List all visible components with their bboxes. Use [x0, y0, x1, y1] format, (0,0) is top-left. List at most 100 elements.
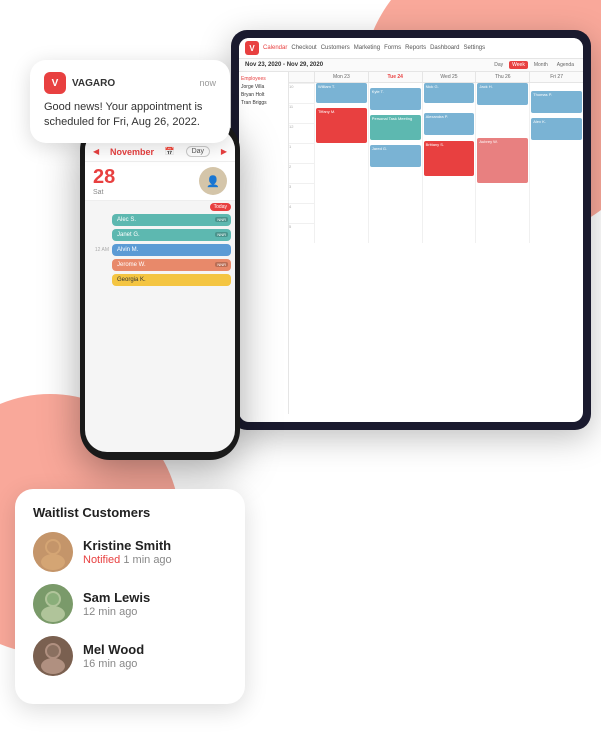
event-aubrey[interactable]: Aubrey W. — [477, 138, 528, 183]
notif-app-name: VAGARO — [72, 78, 115, 89]
nav-settings[interactable]: Settings — [463, 45, 485, 51]
nav-checkout[interactable]: Checkout — [291, 45, 316, 51]
time-labels: 10 11 12 1 2 3 4 5 — [289, 83, 314, 414]
col-thu: Jack H. Aubrey W. — [475, 83, 529, 243]
tab-day[interactable]: Day — [491, 61, 506, 69]
vagaro-notif-logo: V — [44, 72, 66, 94]
avatar-icon: 👤 — [206, 175, 220, 188]
time-grid: 10 11 12 1 2 3 4 5 William T. Tiffany M. — [289, 83, 583, 414]
calendar-toolbar: Nov 23, 2020 - Nov 29, 2020 Day Week Mon… — [239, 59, 583, 72]
kristine-time-text: 1 min ago — [123, 554, 171, 566]
notif-message: Good news! Your appointment is scheduled… — [44, 100, 216, 131]
day-header-wed: Wed 25 — [422, 72, 476, 82]
appt-time-3: 12 AM — [89, 247, 109, 253]
event-jack[interactable]: Jack H. — [477, 83, 528, 105]
notification-header: V VAGARO now — [44, 72, 216, 94]
phone-header: ◀ November 📅 Day ▶ — [85, 142, 235, 162]
waitlist-title: Waitlist Customers — [33, 505, 227, 520]
appt-tag-janet: NNR — [215, 232, 228, 237]
nav-customers[interactable]: Customers — [321, 45, 350, 51]
tab-month[interactable]: Month — [531, 61, 551, 69]
appt-janet: Janet G. NNR — [89, 229, 231, 241]
appt-bar-georgia[interactable]: Georgia K. — [112, 274, 231, 286]
appt-bar-alvin[interactable]: Alvin M. — [112, 244, 231, 256]
calendar-main: Mon 23 Tue 24 Wed 25 Thu 26 Fri 27 10 11… — [289, 72, 583, 414]
appt-alvin: 12 AM Alvin M. — [89, 244, 231, 256]
calendar-icon[interactable]: 📅 — [165, 147, 175, 156]
day-header-mon: Mon 23 — [314, 72, 368, 82]
appt-tag-alec: NNR — [215, 217, 228, 222]
mel-name: Mel Wood — [83, 642, 227, 658]
phone-view-btn[interactable]: Day — [186, 146, 210, 157]
waitlist-item-sam: Sam Lewis 12 min ago — [33, 584, 227, 624]
event-thomas[interactable]: Thomas P. — [531, 91, 582, 113]
event-william[interactable]: William T. — [316, 83, 367, 103]
calendar-nav: Calendar Checkout Customers Marketing Fo… — [263, 45, 485, 51]
day-header-tue: Tue 24 — [368, 72, 422, 82]
notification-bubble: V VAGARO now Good news! Your appointment… — [30, 60, 230, 143]
day-header-fri: Fri 27 — [529, 72, 583, 82]
time-2pm: 2 — [289, 163, 314, 183]
nav-reports[interactable]: Reports — [405, 45, 426, 51]
nav-dashboard[interactable]: Dashboard — [430, 45, 459, 51]
laptop-screen: V Calendar Checkout Customers Marketing … — [239, 38, 583, 422]
col-tue: Kyle T. Personal Task Meeting Jared G. — [368, 83, 422, 243]
phone-month[interactable]: November — [110, 147, 154, 157]
phone-date-row: 28 Sat 👤 — [85, 162, 235, 201]
view-tabs: Day Week Month Agenda — [491, 61, 577, 69]
kristine-avatar-img — [33, 532, 73, 572]
kristine-info: Kristine Smith Notified 1 min ago — [83, 538, 227, 566]
col-wed: Nick G. Alexandra P. Brittany S. — [422, 83, 476, 243]
calendar-sidebar: Employees Jorge Villa Bryan Holt Tran Br… — [239, 72, 289, 414]
prev-month-icon[interactable]: ◀ — [93, 147, 99, 156]
day-header-thu: Thu 26 — [475, 72, 529, 82]
avatar-kristine — [33, 532, 73, 572]
appt-tag-jerome: NNR — [215, 262, 228, 267]
time-1pm: 1 — [289, 143, 314, 163]
notif-time: now — [199, 78, 216, 88]
event-personal-task[interactable]: Personal Task Meeting — [370, 115, 421, 140]
phone-day-number: 28 — [93, 166, 115, 189]
sam-name: Sam Lewis — [83, 590, 227, 606]
phone-day-label: Sat — [93, 189, 115, 196]
appt-bar-alec[interactable]: Alec S. NNR — [112, 214, 231, 226]
event-jared[interactable]: Jared G. — [370, 145, 421, 167]
nav-forms[interactable]: Forms — [384, 45, 401, 51]
day-headers: Mon 23 Tue 24 Wed 25 Thu 26 Fri 27 — [289, 72, 583, 83]
sam-avatar-img — [33, 584, 73, 624]
today-button[interactable]: Today — [210, 203, 231, 211]
sam-info: Sam Lewis 12 min ago — [83, 590, 227, 618]
mel-info: Mel Wood 16 min ago — [83, 642, 227, 670]
notified-label: Notified — [83, 554, 120, 566]
nav-marketing[interactable]: Marketing — [354, 45, 380, 51]
appt-bar-janet[interactable]: Janet G. NNR — [112, 229, 231, 241]
time-3pm: 3 — [289, 183, 314, 203]
time-4pm: 4 — [289, 203, 314, 223]
nav-calendar[interactable]: Calendar — [263, 45, 287, 51]
event-alex[interactable]: Alex K. — [531, 118, 582, 140]
event-nick[interactable]: Nick G. — [424, 83, 475, 103]
phone-device: 9:41 ▶ ⬛ 🔋 ◀ November 📅 Day ▶ 28 Sat 👤 T… — [80, 120, 240, 460]
avatar-mel — [33, 636, 73, 676]
tab-agenda[interactable]: Agenda — [554, 61, 577, 69]
calendar-grid: Employees Jorge Villa Bryan Holt Tran Br… — [239, 72, 583, 414]
event-brittany[interactable]: Brittany S. — [424, 141, 475, 176]
mel-face-svg — [33, 636, 73, 676]
waitlist-item-mel: Mel Wood 16 min ago — [33, 636, 227, 676]
laptop-device: V Calendar Checkout Customers Marketing … — [231, 30, 591, 430]
calendar-topbar: V Calendar Checkout Customers Marketing … — [239, 38, 583, 59]
appt-jerome: Jerome W. NNR — [89, 259, 231, 271]
appt-bar-jerome[interactable]: Jerome W. NNR — [112, 259, 231, 271]
event-kyle[interactable]: Kyle T. — [370, 88, 421, 110]
waitlist-card: Waitlist Customers Kristine Smith Notifi… — [15, 489, 245, 704]
mel-time: 16 min ago — [83, 658, 227, 670]
tab-week[interactable]: Week — [509, 61, 528, 69]
event-tiffany[interactable]: Tiffany M. — [316, 108, 367, 143]
phone-avatar: 👤 — [199, 167, 227, 195]
phone-screen: 9:41 ▶ ⬛ 🔋 ◀ November 📅 Day ▶ 28 Sat 👤 T… — [85, 128, 235, 452]
employee-3: Tran Briggs — [241, 100, 286, 106]
event-alexandra[interactable]: Alexandra P. — [424, 113, 475, 135]
next-month-icon[interactable]: ▶ — [221, 147, 227, 156]
col-mon: William T. Tiffany M. — [314, 83, 368, 243]
phone-appointments: Today Alec S. NNR Janet G. NNR 12 AM — [85, 201, 235, 452]
